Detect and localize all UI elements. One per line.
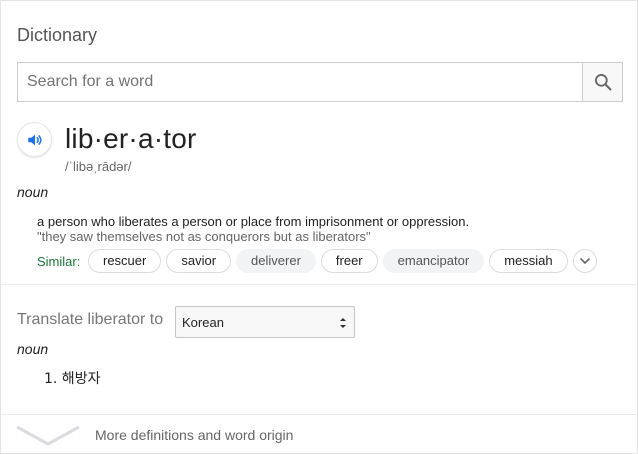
selected-language: Korean [182, 314, 224, 330]
phonetic-spelling: /ˈlibəˌrādər/ [65, 159, 132, 174]
similar-chip[interactable]: savior [166, 249, 232, 273]
chevron-down-icon [16, 425, 80, 446]
more-definitions-link[interactable]: More definitions and word origin [1, 415, 637, 454]
similar-chip[interactable]: messiah [489, 249, 568, 273]
search-button[interactable] [582, 63, 622, 101]
search-input[interactable] [18, 63, 582, 101]
translation-item: 1. 해방자 [44, 371, 101, 387]
card-title: Dictionary [17, 25, 98, 45]
language-select[interactable]: Korean [175, 306, 355, 338]
translation-part-of-speech: noun [17, 341, 49, 357]
translate-label: Translate liberator to [17, 311, 164, 328]
part-of-speech: noun [17, 184, 49, 200]
search-box [17, 62, 623, 102]
select-arrows-icon [340, 318, 346, 328]
chevron-down-icon [579, 258, 590, 264]
similar-chip[interactable]: freer [320, 249, 378, 273]
dictionary-card: Dictionary lib·er·a·tor /ˈlibəˌrādər/ no… [0, 0, 638, 454]
search-icon [594, 74, 611, 91]
similar-chip[interactable]: rescuer [88, 249, 162, 273]
similar-words: rescuer savior deliverer freer emancipat… [88, 249, 597, 273]
divider [1, 284, 638, 285]
pronunciation-button[interactable] [17, 122, 52, 157]
definition-text: a person who liberates a person or place… [37, 214, 470, 229]
headword: lib·er·a·tor [65, 123, 197, 154]
example-sentence: "they saw themselves not as conquerors b… [37, 229, 371, 244]
similar-chip[interactable]: emancipator [382, 249, 485, 273]
speaker-icon [27, 134, 42, 145]
more-definitions-label: More definitions and word origin [95, 427, 294, 443]
expand-similar-button[interactable] [572, 249, 597, 273]
similar-label: Similar: [37, 254, 81, 269]
similar-chip[interactable]: deliverer [236, 249, 316, 273]
